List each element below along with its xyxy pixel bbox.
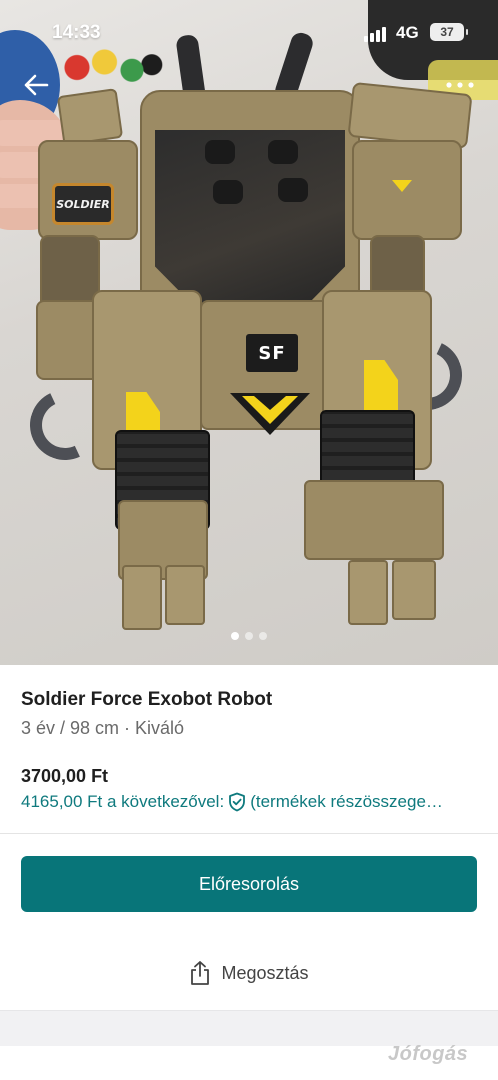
- status-time: 14:33: [52, 22, 101, 43]
- soldier-badge: SOLDIER: [52, 183, 114, 225]
- robot-right-foot: [392, 560, 436, 620]
- battery-level: 37: [440, 25, 454, 39]
- visor-stud: [278, 178, 308, 202]
- signal-icon: [364, 26, 390, 42]
- carousel-dot[interactable]: [245, 632, 253, 640]
- robot-visor: [155, 130, 345, 305]
- share-button[interactable]: Megosztás: [0, 955, 498, 991]
- footer-bar: [0, 1010, 498, 1046]
- robot-left-foot: [122, 565, 162, 630]
- robot-right-shin: [304, 480, 444, 560]
- visor-stud: [205, 140, 235, 164]
- buyer-price-text: 4165,00 Ft a következővel:: [21, 792, 225, 811]
- share-label: Megosztás: [221, 962, 309, 983]
- more-dots-icon: [446, 82, 474, 88]
- network-type: 4G: [396, 23, 419, 42]
- divider: [0, 833, 498, 834]
- listing-price: 3700,00 Ft: [21, 766, 109, 786]
- robot-right-foot: [348, 560, 388, 625]
- visor-stud: [268, 140, 298, 164]
- battery-icon: 37: [430, 23, 468, 41]
- promote-button[interactable]: Előresorolás: [21, 856, 477, 912]
- more-button[interactable]: [438, 70, 482, 100]
- back-button[interactable]: [18, 70, 54, 100]
- robot-left-shoulder: [56, 88, 124, 146]
- robot-left-foot: [165, 565, 205, 625]
- robot-right-arm: [352, 140, 462, 240]
- share-icon: [191, 961, 210, 985]
- product-photo[interactable]: SOLDIER SF: [0, 0, 498, 665]
- shield-check-icon: [229, 792, 246, 812]
- carousel-dot[interactable]: [259, 632, 267, 640]
- listing-subtitle: 3 év / 98 cm · Kiváló: [21, 718, 185, 738]
- carousel-dots: [0, 632, 498, 640]
- watermark: Jófogás: [388, 1043, 469, 1065]
- listing-page: SOLDIER SF 14:33 4G 37 Soldier Force Exo…: [0, 0, 498, 1080]
- buyer-protection-price[interactable]: 4165,00 Ft a következővel: (termékek rés…: [21, 792, 481, 812]
- carousel-dot-active[interactable]: [231, 632, 239, 640]
- back-arrow-icon: [24, 74, 49, 96]
- visor-stud: [213, 180, 243, 204]
- status-bar: 14:33 4G 37: [0, 0, 498, 64]
- sf-badge: SF: [246, 334, 298, 372]
- buyer-price-note: (termékek részösszege…: [250, 792, 443, 811]
- listing-title: Soldier Force Exobot Robot: [21, 689, 273, 710]
